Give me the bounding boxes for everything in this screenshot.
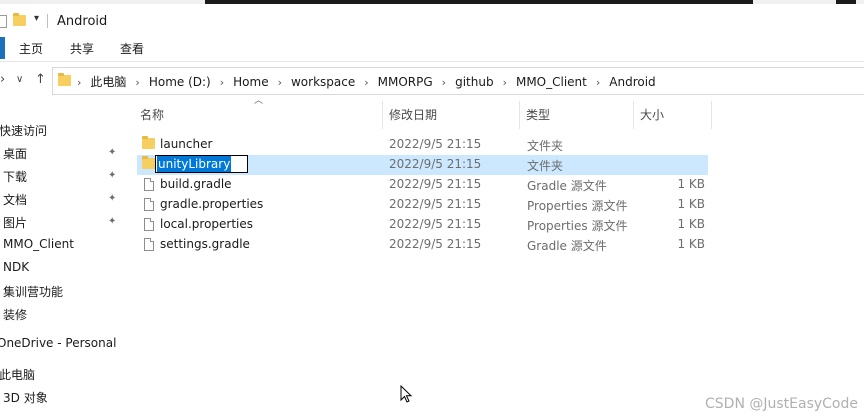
history-dropdown-icon[interactable]: ∨ bbox=[16, 74, 23, 85]
ribbon-tabs: 主页 共享 查看 bbox=[0, 34, 864, 62]
column-headers: ︿ 名称 修改日期 类型 大小 bbox=[134, 96, 712, 129]
tab-view[interactable]: 查看 bbox=[120, 40, 144, 57]
rename-input[interactable]: unityLibrary bbox=[155, 155, 249, 173]
file-type: 文件夹 bbox=[527, 139, 564, 153]
file-size: 1 KB bbox=[677, 217, 705, 231]
watermark: CSDN @JustEasyCode bbox=[705, 396, 858, 412]
pin-icon: ✦ bbox=[108, 147, 117, 158]
column-header-name[interactable]: 名称 bbox=[134, 101, 383, 129]
breadcrumb-chevron-icon[interactable]: › bbox=[364, 76, 368, 89]
breadcrumb-android[interactable]: Android bbox=[609, 75, 655, 89]
sidebar-item-training-features[interactable]: 集训营功能 bbox=[3, 283, 63, 300]
quick-access-toolbar-dropdown-icon[interactable]: ▾ bbox=[34, 13, 39, 24]
recent-locations-icon[interactable]: › bbox=[0, 72, 5, 87]
file-date: 2022/9/5 21:15 bbox=[389, 177, 482, 191]
properties-icon[interactable] bbox=[0, 15, 7, 28]
file-row-unitylibrary[interactable]: unityLibrary 2022/9/5 21:15 文件夹 bbox=[137, 155, 708, 175]
file-name: local.properties bbox=[160, 217, 254, 231]
file-type: Gradle 源文件 bbox=[527, 179, 607, 193]
tab-share[interactable]: 共享 bbox=[70, 40, 94, 57]
file-date: 2022/9/5 21:15 bbox=[389, 217, 482, 231]
sidebar-item-this-pc[interactable]: 此电脑 bbox=[0, 366, 35, 383]
tab-home[interactable]: 主页 bbox=[19, 40, 43, 57]
file-date: 2022/9/5 21:15 bbox=[389, 157, 482, 171]
file-size: 1 KB bbox=[677, 177, 705, 191]
pin-icon: ✦ bbox=[108, 170, 117, 181]
file-type: Gradle 源文件 bbox=[527, 239, 607, 253]
breadcrumb-home-drive[interactable]: Home (D:) bbox=[149, 75, 211, 89]
sidebar-item-desktop[interactable]: 桌面 bbox=[3, 145, 27, 162]
column-header-type[interactable]: 类型 bbox=[520, 101, 634, 129]
file-name: settings.gradle bbox=[160, 237, 250, 251]
file-name: launcher bbox=[160, 137, 213, 151]
pin-icon: ✦ bbox=[108, 193, 117, 204]
sidebar-item-3d-objects[interactable]: 3D 对象 bbox=[3, 389, 48, 406]
breadcrumb-this-pc[interactable]: 此电脑 bbox=[90, 75, 126, 89]
breadcrumb-mmo-client[interactable]: MMO_Client bbox=[516, 75, 587, 89]
folder-icon bbox=[142, 156, 155, 169]
sidebar-item-downloads[interactable]: 下载 bbox=[3, 168, 27, 185]
breadcrumb-chevron-icon[interactable]: › bbox=[77, 76, 81, 89]
file-row-settings-gradle[interactable]: settings.gradle 2022/9/5 21:15 Gradle 源文… bbox=[137, 235, 708, 255]
file-name: build.gradle bbox=[160, 177, 232, 191]
file-icon bbox=[144, 178, 154, 191]
file-row-launcher[interactable]: launcher 2022/9/5 21:15 文件夹 bbox=[137, 135, 708, 155]
sidebar-item-decoration[interactable]: 装修 bbox=[3, 306, 27, 323]
breadcrumb-chevron-icon[interactable]: › bbox=[596, 76, 600, 89]
file-date: 2022/9/5 21:15 bbox=[389, 197, 482, 211]
rename-selected-text: unityLibrary bbox=[157, 156, 232, 172]
navigation-pane: 快速访问 桌面 ✦ 下载 ✦ 文档 ✦ 图片 ✦ MMO_Client NDK … bbox=[0, 98, 128, 417]
folder-icon bbox=[13, 13, 26, 26]
file-row-build-gradle[interactable]: build.gradle 2022/9/5 21:15 Gradle 源文件 1… bbox=[137, 175, 708, 195]
up-arrow-icon[interactable]: ↑ bbox=[35, 72, 46, 87]
mouse-cursor-icon bbox=[400, 384, 414, 408]
navigation-bar: › ∨ ↑ › 此电脑 › Home (D:) › Home › workspace › MMOR… bbox=[0, 62, 864, 98]
sidebar-item-quick-access[interactable]: 快速访问 bbox=[0, 122, 47, 139]
address-bar[interactable]: › 此电脑 › Home (D:) › Home › workspace › MMORPG › git… bbox=[52, 67, 864, 95]
window-title: Android bbox=[57, 14, 108, 29]
tab-file[interactable] bbox=[0, 37, 5, 59]
breadcrumb-chevron-icon[interactable]: › bbox=[503, 76, 507, 89]
breadcrumb-chevron-icon[interactable]: › bbox=[220, 76, 224, 89]
file-date: 2022/9/5 21:15 bbox=[389, 137, 482, 151]
file-icon bbox=[144, 218, 154, 231]
breadcrumb-chevron-icon[interactable]: › bbox=[442, 76, 446, 89]
sidebar-item-mmo-client[interactable]: MMO_Client bbox=[3, 237, 74, 251]
breadcrumb-home[interactable]: Home bbox=[233, 75, 268, 89]
sidebar-item-ndk[interactable]: NDK bbox=[3, 260, 29, 274]
title-bar: ▾ Android bbox=[0, 4, 864, 34]
file-type: Properties 源文件 bbox=[527, 199, 628, 213]
breadcrumb-chevron-icon[interactable]: › bbox=[135, 76, 139, 89]
address-folder-icon bbox=[58, 73, 71, 86]
file-row-local-properties[interactable]: local.properties 2022/9/5 21:15 Properti… bbox=[137, 215, 708, 235]
file-date: 2022/9/5 21:15 bbox=[389, 237, 482, 251]
sidebar-item-onedrive[interactable]: OneDrive - Personal bbox=[0, 336, 116, 350]
file-type: Properties 源文件 bbox=[527, 219, 628, 233]
column-header-size[interactable]: 大小 bbox=[634, 101, 712, 129]
sidebar-item-documents[interactable]: 文档 bbox=[3, 191, 27, 208]
breadcrumb-github[interactable]: github bbox=[455, 75, 493, 89]
column-header-date[interactable]: 修改日期 bbox=[383, 101, 520, 129]
breadcrumb-workspace[interactable]: workspace bbox=[291, 75, 355, 89]
breadcrumb: › 此电脑 › Home (D:) › Home › workspace › MMORPG › git… bbox=[77, 73, 656, 90]
folder-icon bbox=[142, 136, 155, 149]
file-size: 1 KB bbox=[677, 237, 705, 251]
title-separator bbox=[47, 14, 48, 28]
breadcrumb-mmorpg[interactable]: MMORPG bbox=[378, 75, 433, 89]
breadcrumb-chevron-icon[interactable]: › bbox=[278, 76, 282, 89]
file-type: 文件夹 bbox=[527, 159, 564, 173]
file-icon bbox=[144, 198, 154, 211]
file-name: gradle.properties bbox=[160, 197, 264, 211]
file-row-gradle-properties[interactable]: gradle.properties 2022/9/5 21:15 Propert… bbox=[137, 195, 708, 215]
pin-icon: ✦ bbox=[108, 216, 117, 227]
sidebar-item-pictures[interactable]: 图片 bbox=[3, 214, 27, 231]
file-icon bbox=[144, 238, 154, 251]
file-size: 1 KB bbox=[677, 197, 705, 211]
